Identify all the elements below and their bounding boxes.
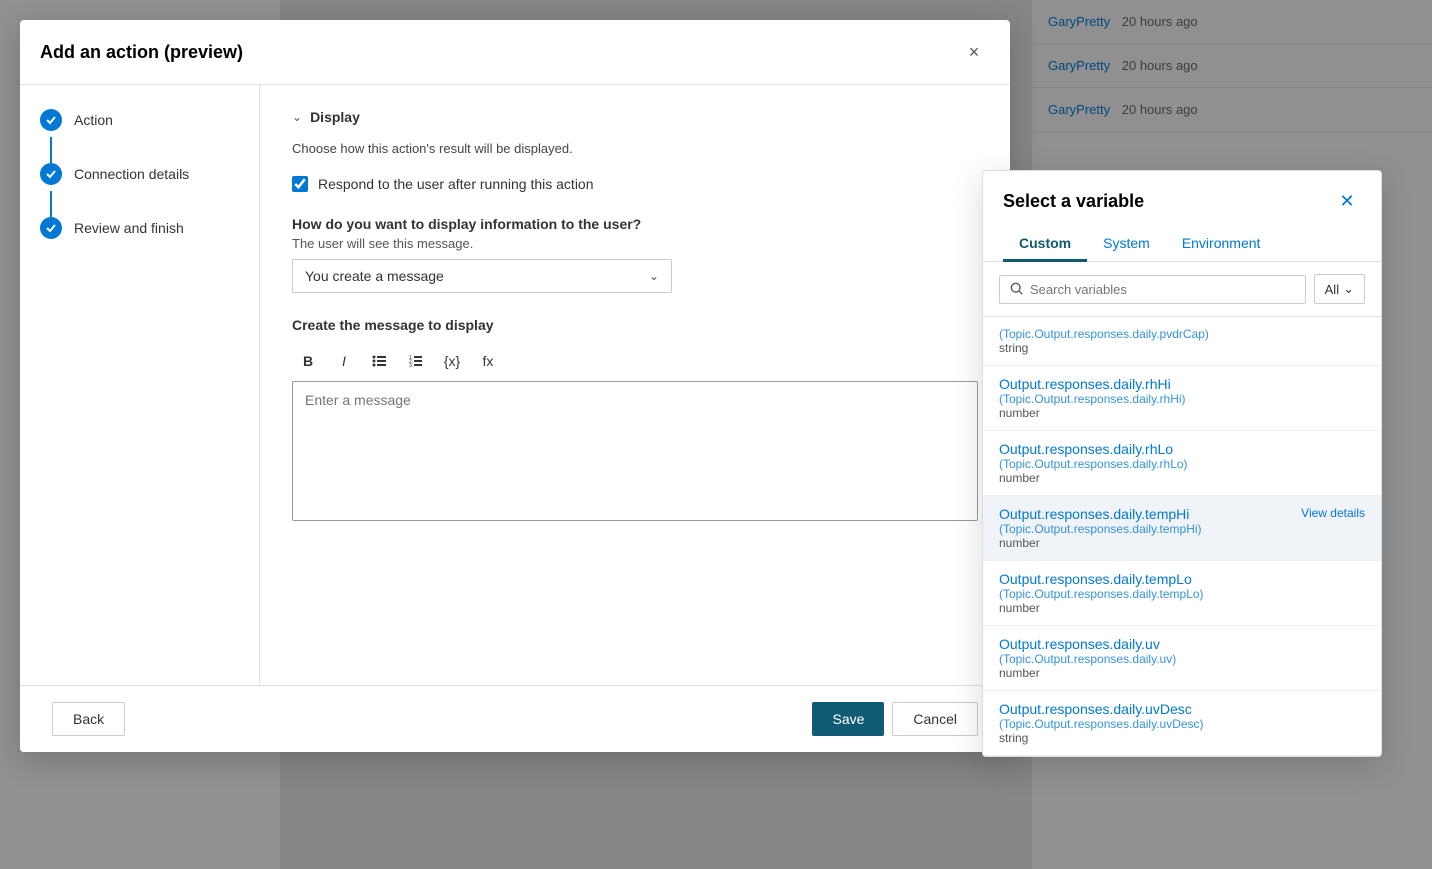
vp-filter-chevron-icon: ⌄ [1343, 281, 1354, 297]
dropdown-chevron-icon: ⌄ [649, 269, 659, 283]
vp-item-type-6: string [999, 731, 1365, 745]
vp-search-row: All ⌄ [983, 262, 1381, 317]
main-dialog: Add an action (preview) × Action Con [20, 20, 1010, 752]
variable-button[interactable]: {x} [436, 345, 468, 377]
vp-close-button[interactable]: ✕ [1333, 187, 1361, 215]
view-details-link[interactable]: View details [1301, 506, 1365, 520]
dialog-header: Add an action (preview) × [20, 20, 1010, 85]
vp-item-type-0: string [999, 341, 1365, 355]
vp-list-item[interactable]: Output.responses.daily.uvDesc (Topic.Out… [983, 691, 1381, 756]
search-input[interactable] [1030, 282, 1295, 297]
vp-list-item[interactable]: Output.responses.daily.tempLo (Topic.Out… [983, 561, 1381, 626]
cancel-button[interactable]: Cancel [892, 702, 978, 736]
vp-item-path-0: (Topic.Output.responses.daily.pvdrCap) [999, 327, 1365, 341]
step-circle-review [40, 217, 62, 239]
step-circle-connection [40, 163, 62, 185]
vp-item-path-1: (Topic.Output.responses.daily.rhHi) [999, 392, 1365, 406]
display-sublabel: The user will see this message. [292, 236, 978, 251]
vp-filter-label: All [1325, 282, 1339, 297]
dialog-close-button[interactable]: × [958, 36, 990, 68]
vp-search-box [999, 275, 1306, 304]
italic-button[interactable]: I [328, 345, 360, 377]
vp-item-type-2: number [999, 471, 1365, 485]
dialog-footer: Back Save Cancel [20, 685, 1010, 752]
vp-list-item-highlighted[interactable]: Output.responses.daily.tempHi (Topic.Out… [983, 496, 1381, 561]
footer-left: Back [52, 702, 125, 736]
create-msg-label: Create the message to display [292, 317, 978, 333]
check-icon-action [45, 114, 57, 126]
vp-item-type-1: number [999, 406, 1365, 420]
vp-item-name-5: Output.responses.daily.uv [999, 636, 1365, 652]
vp-item-path-6: (Topic.Output.responses.daily.uvDesc) [999, 717, 1365, 731]
vp-item-name-3: Output.responses.daily.tempHi [999, 506, 1202, 522]
check-icon-connection [45, 168, 57, 180]
vp-item-path-5: (Topic.Output.responses.daily.uv) [999, 652, 1365, 666]
step-item-review: Review and finish [40, 217, 239, 239]
vp-header: Select a variable ✕ [983, 171, 1381, 215]
vp-item-name-2: Output.responses.daily.rhLo [999, 441, 1365, 457]
display-question: How do you want to display information t… [292, 216, 978, 232]
content-area: ⌄ Display Choose how this action's resul… [260, 85, 1010, 685]
step-circle-action [40, 109, 62, 131]
tab-custom[interactable]: Custom [1003, 227, 1087, 262]
step-label-action: Action [74, 112, 113, 128]
numbered-list-icon: 1. 2. 3. [408, 353, 424, 369]
dropdown-value: You create a message [305, 268, 444, 284]
vp-title: Select a variable [1003, 191, 1144, 212]
dialog-body: Action Connection details Review and fin… [20, 85, 1010, 685]
vp-list-item[interactable]: Output.responses.daily.rhLo (Topic.Outpu… [983, 431, 1381, 496]
section-desc: Choose how this action's result will be … [292, 141, 978, 156]
section-header: ⌄ Display [292, 109, 978, 125]
step-item-action: Action [40, 109, 239, 163]
bullet-list-button[interactable] [364, 345, 396, 377]
step-label-connection: Connection details [74, 166, 189, 182]
vp-item-path-3: (Topic.Output.responses.daily.tempHi) [999, 522, 1202, 536]
vp-item-type-3: number [999, 536, 1202, 550]
footer-right: Save Cancel [812, 702, 978, 736]
vp-item-path-2: (Topic.Output.responses.daily.rhLo) [999, 457, 1365, 471]
bold-button[interactable]: B [292, 345, 324, 377]
vp-item-type-5: number [999, 666, 1365, 680]
stepper: Action Connection details Review and fin… [20, 85, 260, 685]
section-title: Display [310, 109, 360, 125]
checkbox-row: Respond to the user after running this a… [292, 176, 978, 192]
vp-list-item[interactable]: (Topic.Output.responses.daily.pvdrCap) s… [983, 317, 1381, 366]
section-chevron-icon: ⌄ [292, 110, 302, 124]
vp-item-name-4: Output.responses.daily.tempLo [999, 571, 1365, 587]
vp-item-path-4: (Topic.Output.responses.daily.tempLo) [999, 587, 1365, 601]
respond-checkbox[interactable] [292, 176, 308, 192]
vp-item-type-4: number [999, 601, 1365, 615]
vp-list-item[interactable]: Output.responses.daily.rhHi (Topic.Outpu… [983, 366, 1381, 431]
message-type-dropdown[interactable]: You create a message ⌄ [292, 259, 672, 293]
vp-item-header-3: Output.responses.daily.tempHi (Topic.Out… [999, 506, 1365, 550]
vp-filter-dropdown[interactable]: All ⌄ [1314, 274, 1365, 304]
numbered-list-button[interactable]: 1. 2. 3. [400, 345, 432, 377]
tab-system[interactable]: System [1087, 227, 1166, 262]
message-toolbar: B I 1. 2. [292, 345, 978, 377]
svg-text:3.: 3. [409, 363, 413, 369]
step-label-review: Review and finish [74, 220, 184, 236]
variable-panel: Select a variable ✕ Custom System Enviro… [982, 170, 1382, 757]
vp-item-name-6: Output.responses.daily.uvDesc [999, 701, 1365, 717]
check-icon-review [45, 222, 57, 234]
vp-item-name-1: Output.responses.daily.rhHi [999, 376, 1365, 392]
tab-environment[interactable]: Environment [1166, 227, 1277, 262]
vp-list-item[interactable]: Output.responses.daily.uv (Topic.Output.… [983, 626, 1381, 691]
save-button[interactable]: Save [812, 702, 884, 736]
dialog-title: Add an action (preview) [40, 42, 243, 63]
message-textarea[interactable] [292, 381, 978, 521]
vp-tabs: Custom System Environment [983, 215, 1381, 262]
step-item-connection: Connection details [40, 163, 239, 217]
checkbox-label: Respond to the user after running this a… [318, 176, 594, 192]
vp-list: (Topic.Output.responses.daily.pvdrCap) s… [983, 317, 1381, 756]
formula-button[interactable]: fx [472, 345, 504, 377]
bullet-list-icon [372, 353, 388, 369]
back-button[interactable]: Back [52, 702, 125, 736]
search-icon [1010, 282, 1024, 296]
